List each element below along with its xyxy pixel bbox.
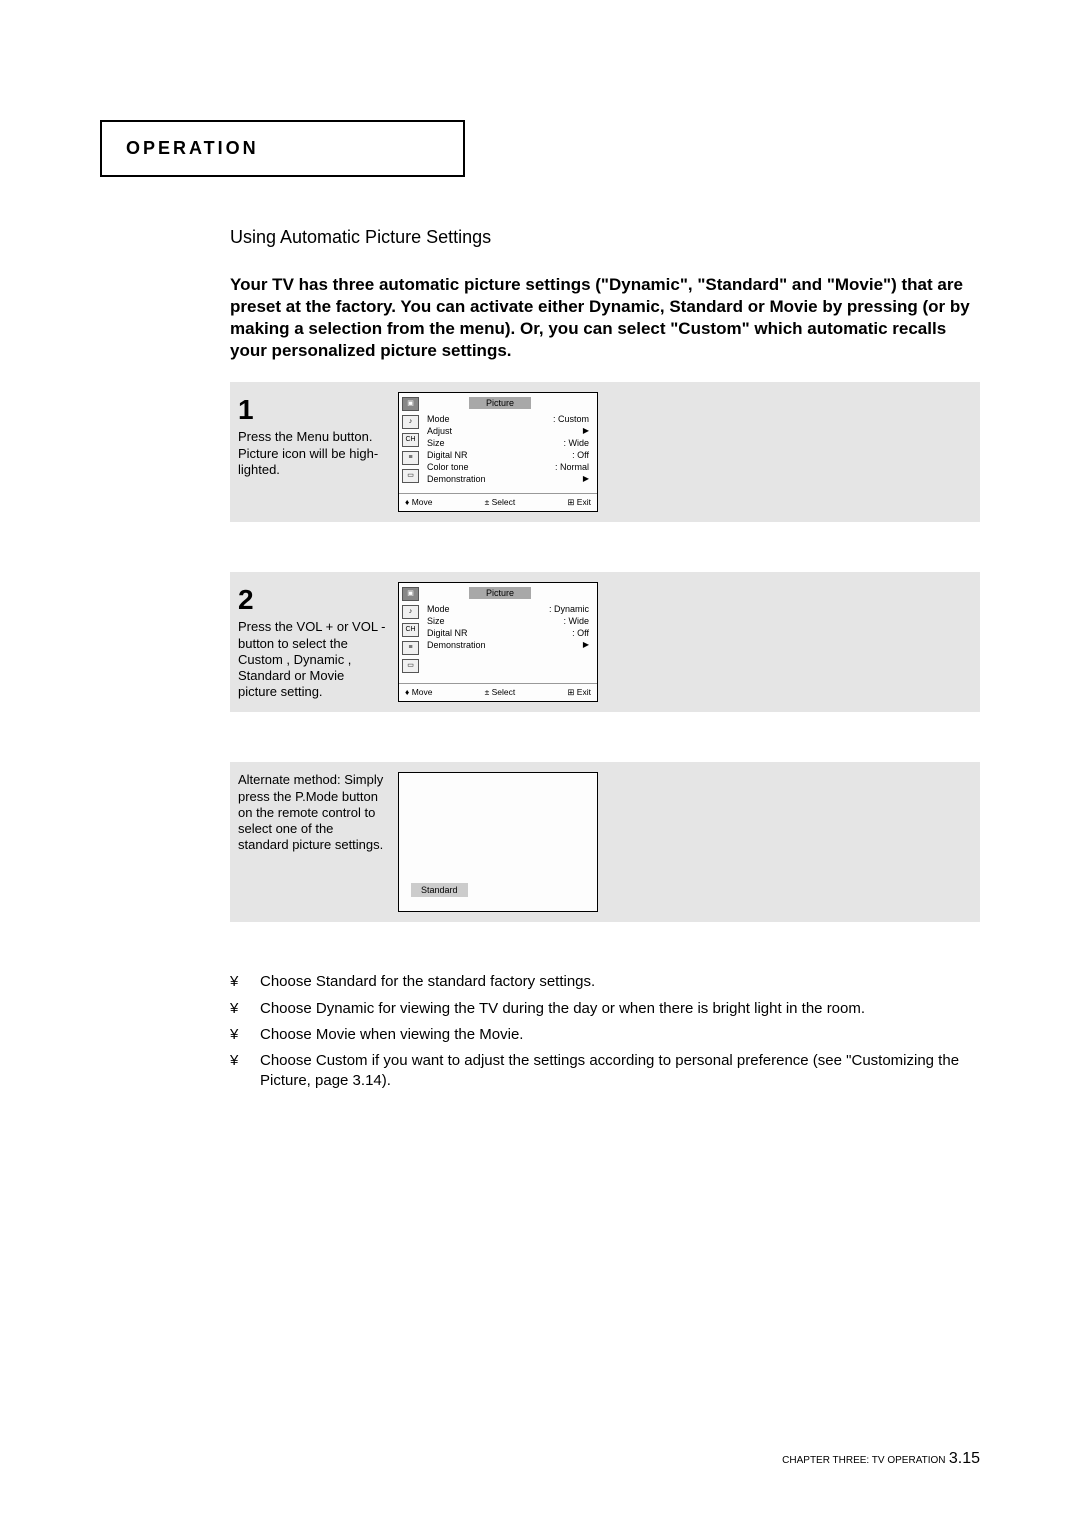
standard-pill: Standard <box>411 883 468 897</box>
step-1-text-pre: Press the <box>238 429 297 444</box>
bullet-row-2: ¥ Choose Movie when viewing the Movie. <box>230 1025 980 1045</box>
osd-row-value: : Dynamic <box>549 604 589 614</box>
step-2-screen-col: ▣ ♪ CH ≡ ▭ Picture Mode : Dynamic Size : W… <box>398 582 972 702</box>
osd-icon-strip-1: ▣ ♪ CH ≡ ▭ <box>399 393 423 493</box>
setup-icon: ▭ <box>402 469 419 483</box>
alternate-block: Alternate method: Simply press the P.Mod… <box>230 762 980 922</box>
osd-footer-move: ♦ Move <box>405 687 432 698</box>
osd-row-1-2: Size : Wide <box>427 437 589 449</box>
osd-row-label: Demonstration <box>427 474 486 484</box>
function-icon: ≡ <box>402 451 419 465</box>
osd-row-value: : Normal <box>555 462 589 472</box>
osd-row-1-4: Color tone : Normal <box>427 461 589 473</box>
osd-row-value: : Custom <box>553 414 589 424</box>
osd-row-2-1: Size : Wide <box>427 615 589 627</box>
channel-icon: CH <box>402 433 419 447</box>
setup-icon: ▭ <box>402 659 419 673</box>
bullet-mark: ¥ <box>230 999 260 1019</box>
bullet-text: Choose Custom if you want to adjust the … <box>260 1051 980 1092</box>
osd-row-2-3: Demonstration ▶ <box>427 639 589 651</box>
osd-footer-select: ± Select <box>485 497 516 508</box>
osd-title-1: Picture <box>469 397 531 409</box>
osd-footer-exit: ⊞ Exit <box>567 497 591 508</box>
osd-row-2-2: Digital NR : Off <box>427 627 589 639</box>
step-2-number: 2 <box>238 582 386 617</box>
sound-icon: ♪ <box>402 415 419 429</box>
osd-row-1-3: Digital NR : Off <box>427 449 589 461</box>
osd-footer-2: ♦ Move ± Select ⊞ Exit <box>399 683 597 701</box>
osd-row-1-0: Mode : Custom <box>427 413 589 425</box>
step-1-screen-col: ▣ ♪ CH ≡ ▭ Picture Mode: Custom Adjust▶ … <box>398 392 972 512</box>
osd-row-value: ▶ <box>583 640 589 650</box>
osd-icon-strip-2: ▣ ♪ CH ≡ ▭ <box>399 583 423 683</box>
alternate-text-em: P.Mode <box>295 789 338 804</box>
bullet-text: Choose Standard for the standard factory… <box>260 972 980 992</box>
alternate-screen: Standard <box>398 772 598 912</box>
osd-screen-1: ▣ ♪ CH ≡ ▭ Picture Mode: Custom Adjust▶ … <box>398 392 598 512</box>
osd-row-1-1: Adjust ▶ <box>427 425 589 437</box>
osd-row-label: Size <box>427 616 445 626</box>
osd-screen-2: ▣ ♪ CH ≡ ▭ Picture Mode : Dynamic Size : W… <box>398 582 598 702</box>
bullet-row-0: ¥ Choose Standard for the standard facto… <box>230 972 980 992</box>
osd-row-label: Adjust <box>427 426 452 436</box>
bullet-mark: ¥ <box>230 1025 260 1045</box>
picture-icon: ▣ <box>402 397 419 411</box>
step-1-block: 1 Press the Menu button. Picture icon wi… <box>230 382 980 522</box>
operation-label-text: OPERATION <box>126 138 259 158</box>
page-footer: CHAPTER THREE: TV OPERATION 3.15 <box>782 1450 980 1468</box>
osd-row-label: Digital NR <box>427 450 468 460</box>
footer-chapter: CHAPTER THREE: TV OPERATION <box>782 1455 945 1466</box>
osd-main-2: Picture Mode : Dynamic Size : Wide Digital… <box>423 583 597 683</box>
bullet-text: Choose Dynamic for viewing the TV during… <box>260 999 980 1019</box>
step-2-text-body: Press the VOL + or VOL - button to selec… <box>238 619 386 699</box>
step-1-text-em: Menu <box>297 429 330 444</box>
channel-icon: CH <box>402 623 419 637</box>
osd-main-1: Picture Mode: Custom Adjust▶ Size: Wide … <box>423 393 597 493</box>
bullet-mark: ¥ <box>230 972 260 992</box>
step-1-text: 1 Press the Menu button. Picture icon wi… <box>238 392 398 512</box>
bullet-mark: ¥ <box>230 1051 260 1092</box>
osd-row-value: : Off <box>572 450 589 460</box>
osd-row-label: Size <box>427 438 445 448</box>
osd-footer-move: ♦ Move <box>405 497 432 508</box>
step-2-block: 2 Press the VOL + or VOL - button to sel… <box>230 572 980 712</box>
osd-row-label: Demonstration <box>427 640 486 650</box>
operation-title: OPERATION <box>126 138 439 159</box>
osd-row-value: : Off <box>572 628 589 638</box>
function-icon: ≡ <box>402 641 419 655</box>
osd-title-2: Picture <box>469 587 531 599</box>
osd-row-label: Mode <box>427 604 450 614</box>
bullet-row-3: ¥ Choose Custom if you want to adjust th… <box>230 1051 980 1092</box>
bullet-list: ¥ Choose Standard for the standard facto… <box>230 972 980 1091</box>
osd-footer-select: ± Select <box>485 687 516 698</box>
osd-footer-1: ♦ Move ± Select ⊞ Exit <box>399 493 597 511</box>
intro-paragraph: Your TV has three automatic picture sett… <box>230 274 980 362</box>
osd-row-value: ▶ <box>583 474 589 484</box>
osd-row-value: : Wide <box>563 438 589 448</box>
bullet-row-1: ¥ Choose Dynamic for viewing the TV duri… <box>230 999 980 1019</box>
step-1-number: 1 <box>238 392 386 427</box>
picture-icon: ▣ <box>402 587 419 601</box>
bullet-text: Choose Movie when viewing the Movie. <box>260 1025 980 1045</box>
section-heading: Using Automatic Picture Settings <box>230 227 980 248</box>
osd-row-value: : Wide <box>563 616 589 626</box>
footer-page-num: 3.15 <box>949 1450 980 1467</box>
step-2-text: 2 Press the VOL + or VOL - button to sel… <box>238 582 398 702</box>
sound-icon: ♪ <box>402 605 419 619</box>
osd-row-label: Digital NR <box>427 628 468 638</box>
alternate-screen-col: Standard <box>398 772 972 912</box>
osd-row-2-0: Mode : Dynamic <box>427 603 589 615</box>
operation-header-box: OPERATION <box>100 120 465 177</box>
osd-row-label: Color tone <box>427 462 469 472</box>
alternate-text: Alternate method: Simply press the P.Mod… <box>238 772 398 912</box>
osd-body-2: ▣ ♪ CH ≡ ▭ Picture Mode : Dynamic Size : W… <box>399 583 597 683</box>
osd-row-1-5: Demonstration ▶ <box>427 473 589 485</box>
osd-footer-exit: ⊞ Exit <box>567 687 591 698</box>
osd-row-label: Mode <box>427 414 450 424</box>
osd-body-1: ▣ ♪ CH ≡ ▭ Picture Mode: Custom Adjust▶ … <box>399 393 597 493</box>
osd-row-value: ▶ <box>583 426 589 436</box>
